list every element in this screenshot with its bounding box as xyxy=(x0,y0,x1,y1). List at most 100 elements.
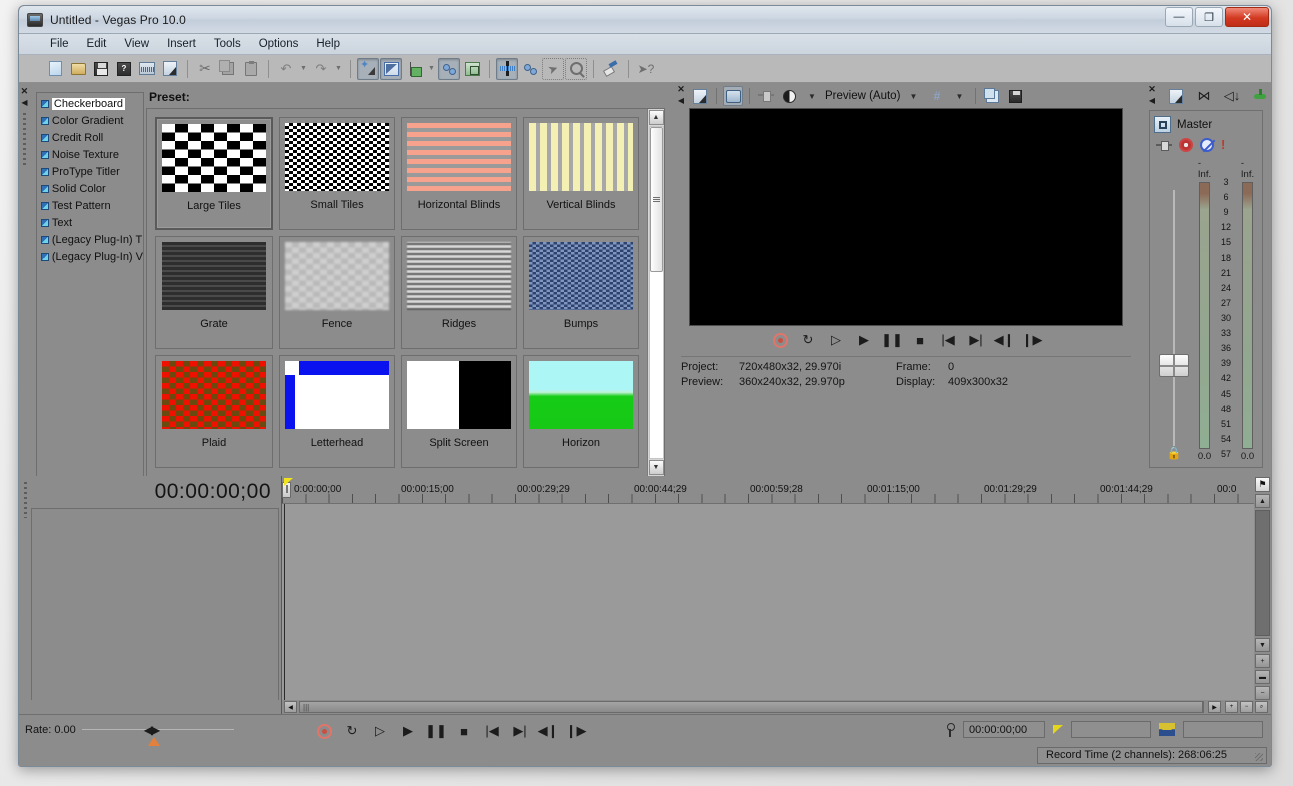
whats-this-help-icon[interactable]: ➤? xyxy=(635,58,657,80)
preview-quality-caret-icon[interactable]: ▼ xyxy=(903,86,923,106)
pan-icon[interactable] xyxy=(1156,140,1172,150)
timeline-canvas[interactable] xyxy=(282,504,1254,700)
redo-icon[interactable]: ↷ xyxy=(310,58,332,80)
cut-icon[interactable]: ✂ xyxy=(194,58,216,80)
scroll-right-icon[interactable]: ▶ xyxy=(1208,701,1221,713)
mute-icon[interactable] xyxy=(1200,138,1214,152)
scroll-down-icon[interactable]: ▼ xyxy=(649,460,664,475)
tree-item-legacy-video[interactable]: (Legacy Plug-In) V xyxy=(39,248,143,265)
timeline-dock-handle[interactable] xyxy=(19,476,31,700)
save-snapshot-to-file-icon[interactable] xyxy=(1005,86,1025,106)
fader-handle[interactable] xyxy=(1159,354,1189,377)
display-on-external-monitor-icon[interactable] xyxy=(723,86,743,106)
scrollbar-track[interactable]: ||| xyxy=(299,701,1204,713)
playback-rate-control[interactable]: Rate: 0.00 ◀▶ xyxy=(19,714,281,746)
scroll-down-icon[interactable]: ▼ xyxy=(1255,638,1270,652)
play-from-start-button[interactable]: ▷ xyxy=(371,722,389,740)
automatic-crossfades-icon[interactable] xyxy=(380,58,402,80)
lock-fader-icon[interactable]: 🔒 xyxy=(1167,446,1182,460)
go-to-start-button[interactable]: |◀ xyxy=(939,331,957,349)
preset-item-grate[interactable]: Grate xyxy=(155,236,273,349)
scrollbar-thumb[interactable] xyxy=(650,127,663,272)
pause-button[interactable]: ❚❚ xyxy=(427,722,445,740)
tree-item-solid-color[interactable]: Solid Color xyxy=(39,180,143,197)
timeline-horizontal-scrollbar[interactable]: ◀ ||| ▶ + − ⌕ xyxy=(281,700,1271,714)
mixer-dock-handle[interactable]: ✕ ◀ xyxy=(1147,85,1157,107)
preset-item-fence[interactable]: Fence xyxy=(279,236,395,349)
preset-item-vertical-blinds[interactable]: Vertical Blinds xyxy=(523,117,639,230)
scrollbar-track[interactable] xyxy=(649,126,664,459)
overlays-grid-icon[interactable]: # xyxy=(926,86,946,106)
chevron-left-icon[interactable]: ◀ xyxy=(1149,96,1155,105)
menu-file[interactable]: File xyxy=(41,36,78,52)
undo-dropdown-icon[interactable]: ▼ xyxy=(298,58,309,80)
volume-fader[interactable]: 🔒 xyxy=(1154,158,1194,462)
tree-item-checkerboard[interactable]: Checkerboard xyxy=(39,95,143,112)
tree-item-color-gradient[interactable]: Color Gradient xyxy=(39,112,143,129)
preset-item-horizontal-blinds[interactable]: Horizontal Blinds xyxy=(401,117,517,230)
rate-slider-track[interactable]: ◀▶ xyxy=(82,729,234,730)
track-header-list[interactable] xyxy=(31,508,279,700)
rate-slider-handle[interactable]: ◀▶ xyxy=(144,723,158,737)
preset-item-small-tiles[interactable]: Small Tiles xyxy=(279,117,395,230)
menu-view[interactable]: View xyxy=(115,36,158,52)
bus-icon[interactable] xyxy=(1154,116,1171,133)
save-as-icon[interactable]: ? xyxy=(113,58,135,80)
zoom-edit-tool-icon[interactable] xyxy=(565,58,587,80)
video-properties-icon[interactable] xyxy=(690,86,710,106)
tree-item-credit-roll[interactable]: Credit Roll xyxy=(39,129,143,146)
cursor-position-field[interactable]: 00:00:00;00 xyxy=(963,721,1045,738)
preset-item-large-tiles[interactable]: Large Tiles xyxy=(155,117,273,230)
tree-item-legacy-text[interactable]: (Legacy Plug-In) T xyxy=(39,231,143,248)
insert-assignable-fx-icon[interactable] xyxy=(1251,88,1269,105)
scroll-up-icon[interactable]: ▲ xyxy=(649,110,664,125)
maximize-button[interactable]: ❐ xyxy=(1195,7,1223,27)
scroll-up-icon[interactable]: ▲ xyxy=(1255,494,1270,508)
enable-snapping-icon[interactable] xyxy=(357,58,379,80)
preset-item-ridges[interactable]: Ridges xyxy=(401,236,517,349)
render-as-icon[interactable] xyxy=(136,58,158,80)
redo-dropdown-icon[interactable]: ▼ xyxy=(333,58,344,80)
overlays-dropdown-icon[interactable]: ▼ xyxy=(949,86,969,106)
play-button[interactable]: ▶ xyxy=(399,722,417,740)
tree-item-noise-texture[interactable]: Noise Texture xyxy=(39,146,143,163)
chevron-left-icon[interactable]: ◀ xyxy=(21,98,27,107)
tree-item-test-pattern[interactable]: Test Pattern xyxy=(39,197,143,214)
open-project-icon[interactable] xyxy=(67,58,89,80)
track-height-normal-icon[interactable]: ▬ xyxy=(1255,670,1270,684)
zoom-in-time-icon[interactable]: + xyxy=(1225,701,1238,713)
stop-button[interactable]: ■ xyxy=(455,722,473,740)
paste-icon[interactable] xyxy=(240,58,262,80)
drag-grip[interactable] xyxy=(24,482,27,518)
timecode-display[interactable]: 00:00:00;00 xyxy=(31,476,281,508)
insert-master-bus-icon[interactable]: ⋈ xyxy=(1195,88,1213,105)
scroll-left-icon[interactable]: ◀ xyxy=(284,701,297,713)
auto-ripple-dropdown-icon[interactable]: ▼ xyxy=(426,58,437,80)
preview-quality-icon[interactable] xyxy=(779,86,799,106)
preview-quality-dropdown-icon[interactable]: ▼ xyxy=(802,86,822,106)
zoom-out-time-icon[interactable]: − xyxy=(1240,701,1253,713)
loop-playback-button[interactable]: ↻ xyxy=(343,722,361,740)
previous-frame-button[interactable]: ◀❙ xyxy=(995,331,1013,349)
go-to-end-button[interactable]: ▶| xyxy=(967,331,985,349)
close-icon[interactable]: ✕ xyxy=(677,85,685,94)
audio-properties-icon[interactable] xyxy=(1167,88,1185,105)
menu-tools[interactable]: Tools xyxy=(205,36,250,52)
solo-icon[interactable]: ! xyxy=(1221,137,1225,152)
paint-tool-icon[interactable] xyxy=(600,58,622,80)
resize-grip-icon[interactable] xyxy=(1255,753,1263,761)
pause-button[interactable]: ❚❚ xyxy=(883,331,901,349)
preset-item-horizon[interactable]: Horizon xyxy=(523,355,639,468)
envelope-edit-tool-icon[interactable] xyxy=(519,58,541,80)
record-button[interactable] xyxy=(771,331,789,349)
media-generators-dock-handle[interactable]: ✕ ◀ xyxy=(19,84,30,501)
close-icon[interactable]: ✕ xyxy=(1148,85,1156,94)
split-screen-view-icon[interactable] xyxy=(756,86,776,106)
close-icon[interactable]: ✕ xyxy=(21,87,29,96)
preset-item-bumps[interactable]: Bumps xyxy=(523,236,639,349)
drag-grip[interactable] xyxy=(23,113,26,165)
next-frame-button[interactable]: ❙▶ xyxy=(567,722,585,740)
preview-video-canvas[interactable] xyxy=(689,108,1123,326)
selection-edit-tool-icon[interactable]: ➤ xyxy=(542,58,564,80)
generators-tree[interactable]: Checkerboard Color Gradient Credit Roll xyxy=(36,92,144,501)
